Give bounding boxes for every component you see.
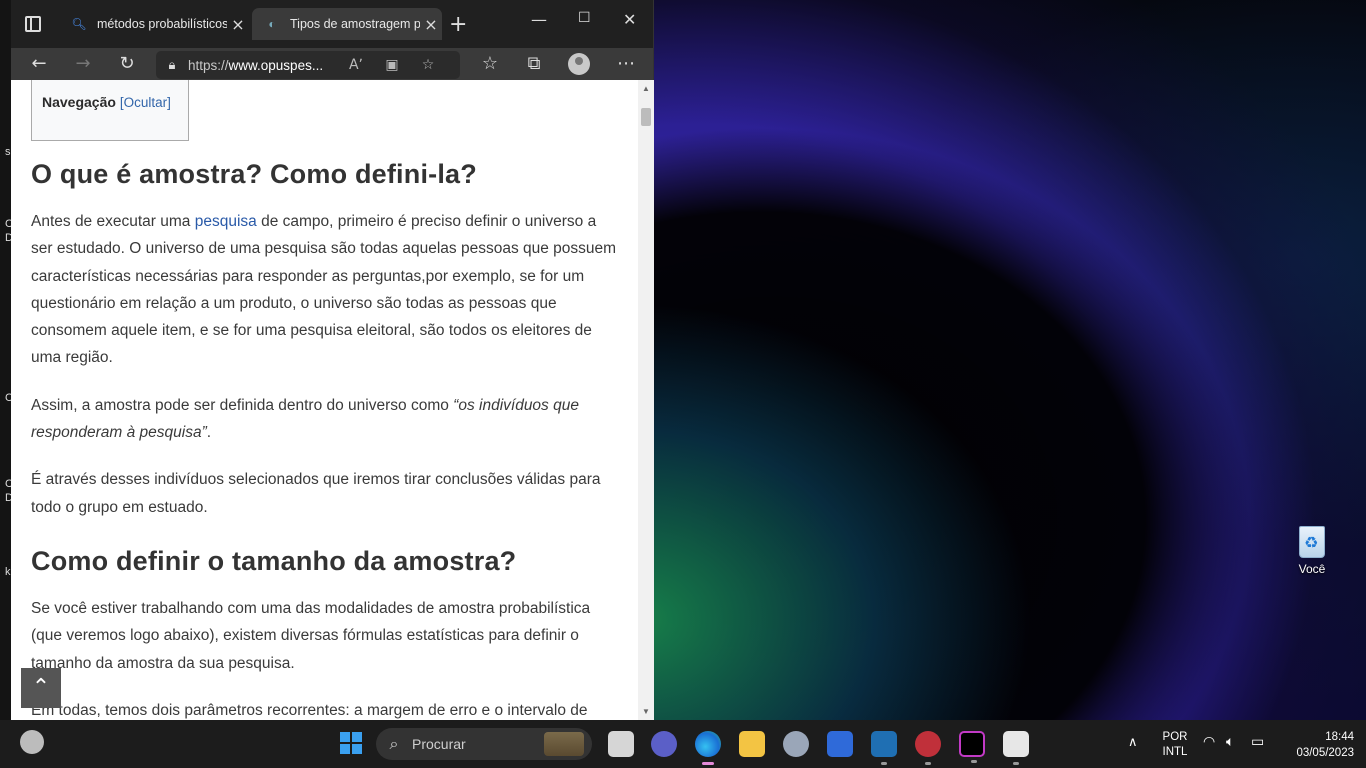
lock-icon[interactable]: 🔒︎ bbox=[156, 58, 188, 73]
start-button[interactable] bbox=[340, 732, 362, 754]
battery-icon[interactable]: ▭ bbox=[1251, 734, 1264, 749]
search-icon: 🔍︎ bbox=[71, 17, 87, 31]
scroll-down-icon[interactable]: ▼ bbox=[642, 707, 650, 716]
tab-actions-icon[interactable] bbox=[25, 16, 41, 32]
intellij-icon[interactable] bbox=[959, 731, 985, 763]
tab-active-page[interactable]: ◐ Tipos de amostragem p × bbox=[252, 8, 442, 40]
close-tab-icon[interactable]: × bbox=[227, 15, 249, 34]
tab-title: métodos probabilísticos bbox=[97, 17, 227, 31]
recycle-bin-label: Você bbox=[1298, 562, 1326, 576]
read-aloud-icon[interactable]: A͏ʼ bbox=[338, 57, 374, 73]
heading-sample-size: Como definir o tamanho da amostra? bbox=[31, 545, 517, 576]
app-available-icon[interactable]: ▣ bbox=[374, 57, 410, 73]
minimize-icon[interactable]: — bbox=[531, 10, 547, 29]
edge-letter: k bbox=[5, 566, 11, 578]
recycle-bin-desktop-icon[interactable]: Você bbox=[1286, 526, 1338, 576]
chevron-up-icon[interactable]: ∧ bbox=[1128, 734, 1138, 749]
tab-title: Tipos de amostragem p bbox=[290, 17, 420, 31]
search-placeholder: Procurar bbox=[412, 736, 466, 752]
settings-icon[interactable] bbox=[783, 731, 809, 757]
scrollbar-thumb[interactable] bbox=[641, 108, 651, 126]
virtualbox-icon[interactable] bbox=[871, 731, 897, 765]
article-body: O que é amostra? Como defini-la? Antes d… bbox=[31, 154, 621, 720]
paragraph: Assim, a amostra pode ser definida dentr… bbox=[31, 396, 579, 442]
forward-icon[interactable]: → bbox=[69, 52, 97, 76]
back-icon[interactable]: ← bbox=[25, 52, 53, 76]
app-icon-red[interactable] bbox=[915, 731, 941, 765]
hide-navigation-link[interactable]: [Ocultar] bbox=[120, 95, 171, 110]
taskbar-search[interactable]: ⌕ Procurar bbox=[376, 728, 592, 760]
globe-icon: ◐ bbox=[268, 17, 276, 31]
chat-icon[interactable] bbox=[651, 731, 677, 757]
recycle-bin-icon bbox=[1299, 526, 1325, 558]
refresh-icon[interactable]: ↻ bbox=[113, 52, 141, 76]
clock[interactable]: 18:44 03/05/2023 bbox=[1278, 729, 1354, 761]
address-bar[interactable]: 🔒︎ https://www.opuspes... A͏ʼ ▣ ☆ bbox=[156, 51, 460, 79]
paragraph: Antes de executar uma pesquisa de campo,… bbox=[31, 213, 617, 367]
new-tab-icon[interactable]: + bbox=[449, 12, 467, 37]
paragraph: É através desses indivíduos selecionados… bbox=[31, 471, 601, 516]
browser-toolbar: ← → ↻ 🔒︎ https://www.opuspes... A͏ʼ ▣ ☆ … bbox=[11, 48, 653, 80]
taskbar: ⌕ Procurar ∧ POR INTL ◠ 🔈︎ ▭ 18:44 03/05/2… bbox=[0, 720, 1366, 768]
url-text[interactable]: https://www.opuspes... bbox=[188, 58, 338, 73]
web-page-content: Navegação [Ocultar] O que é amostra? Com… bbox=[11, 80, 638, 720]
paragraph: Se você estiver trabalhando com uma das … bbox=[31, 599, 591, 672]
more-options-icon[interactable]: ⋯ bbox=[612, 52, 640, 76]
language-indicator[interactable]: POR INTL bbox=[1160, 730, 1190, 760]
add-favorite-icon[interactable]: ☆ bbox=[410, 57, 446, 73]
task-view-icon[interactable] bbox=[608, 731, 634, 757]
file-explorer-icon[interactable] bbox=[739, 731, 765, 757]
back-to-top-button[interactable]: ⌃ bbox=[21, 668, 61, 708]
pesquisa-link[interactable]: pesquisa bbox=[195, 213, 257, 230]
page-scrollbar[interactable]: ▲ ▼ bbox=[638, 80, 654, 720]
close-tab-icon[interactable]: × bbox=[420, 15, 442, 34]
maximize-icon[interactable]: ☐ bbox=[578, 10, 591, 26]
background-window-edge: s C D C C D k bbox=[0, 0, 13, 720]
collections-icon[interactable]: ⧉ bbox=[520, 52, 548, 76]
java-icon[interactable] bbox=[1003, 731, 1029, 765]
edge-browser-icon[interactable] bbox=[695, 731, 721, 765]
browser-titlebar: 🔍︎ métodos probabilísticos × ◐ Tipos de … bbox=[11, 0, 653, 48]
weather-widget-icon[interactable] bbox=[20, 730, 44, 754]
favorites-icon[interactable]: ☆ bbox=[476, 52, 504, 76]
paragraph: Em todas, temos dois parâmetros recorren… bbox=[31, 701, 588, 719]
edge-letter: s bbox=[5, 146, 11, 158]
heading-what-is-sample: O que é amostra? Como defini-la? bbox=[31, 159, 477, 189]
close-window-icon[interactable]: ✕ bbox=[623, 10, 636, 29]
search-icon: ⌕ bbox=[389, 734, 399, 753]
browser-window: 🔍︎ métodos probabilísticos × ◐ Tipos de … bbox=[11, 0, 654, 720]
volume-icon[interactable]: 🔈︎ bbox=[1226, 734, 1234, 749]
profile-avatar[interactable] bbox=[568, 53, 590, 75]
wifi-icon[interactable]: ◠ bbox=[1203, 734, 1215, 749]
search-highlight-image bbox=[544, 732, 584, 756]
navigation-label: Navegação bbox=[42, 94, 116, 110]
store-icon[interactable] bbox=[827, 731, 853, 757]
scroll-up-icon[interactable]: ▲ bbox=[642, 84, 650, 93]
navigation-box: Navegação [Ocultar] bbox=[31, 80, 189, 141]
tab-search-results[interactable]: 🔍︎ métodos probabilísticos × bbox=[59, 8, 249, 40]
